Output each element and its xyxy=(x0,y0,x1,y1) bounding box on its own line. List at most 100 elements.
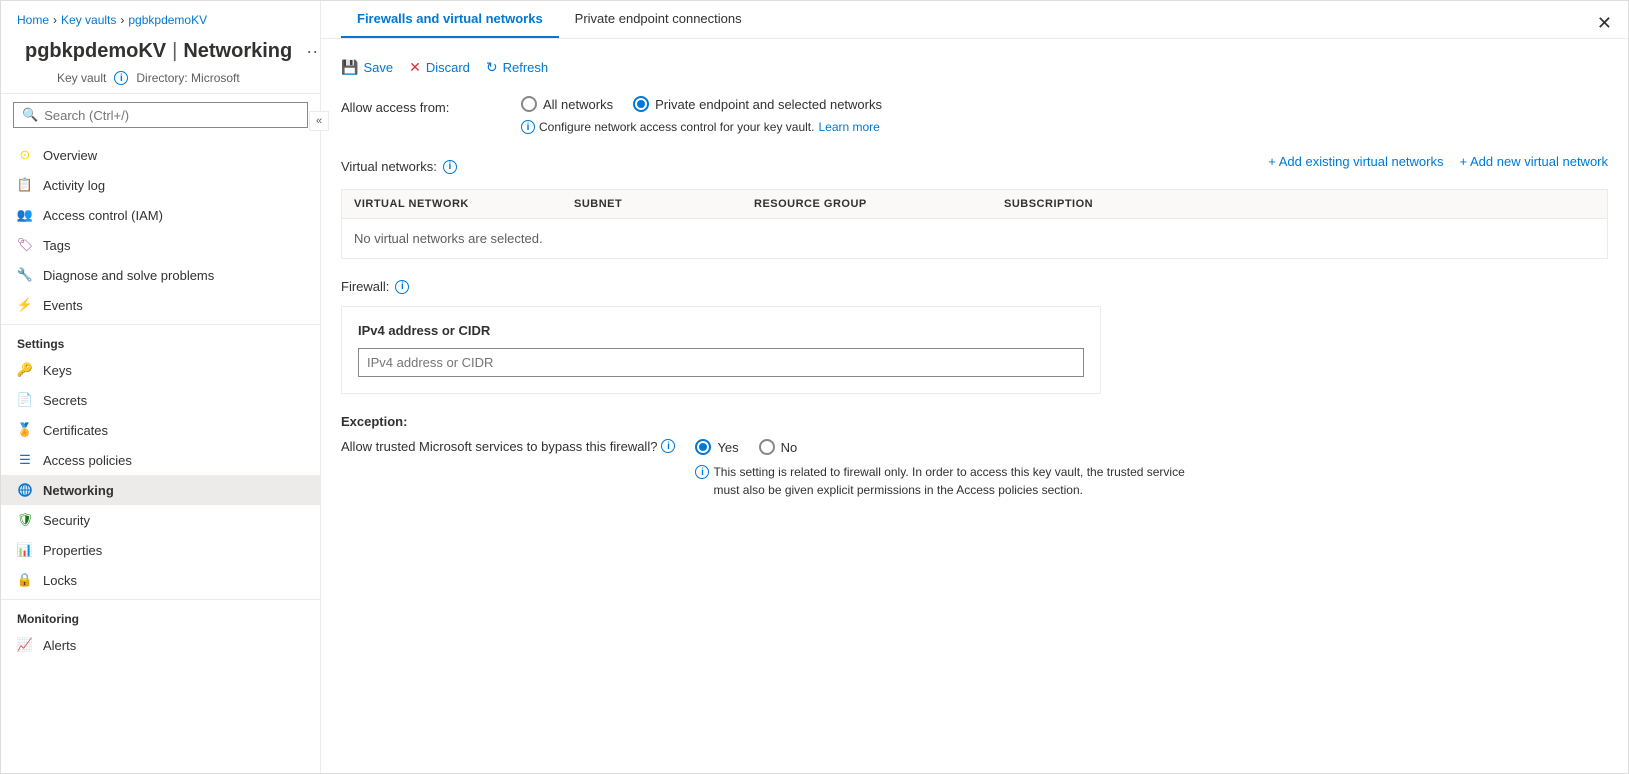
access-policies-icon: ☰ xyxy=(17,452,33,468)
sidebar-nav: ⊙ Overview 📋 Activity log 👥 Access contr… xyxy=(1,136,320,773)
collapse-sidebar-button[interactable]: « xyxy=(309,111,321,131)
networking-icon xyxy=(17,482,33,498)
yes-option[interactable]: Yes xyxy=(695,439,738,455)
sidebar-item-label: Overview xyxy=(43,148,97,163)
certificates-icon: 🏅 xyxy=(17,422,33,438)
all-networks-option[interactable]: All networks xyxy=(521,96,613,112)
sidebar-item-access-control[interactable]: 👥 Access control (IAM) xyxy=(1,200,320,230)
yes-radio[interactable] xyxy=(695,439,711,455)
page-title: Networking xyxy=(183,40,292,63)
firewall-section: Firewall: i IPv4 address or CIDR xyxy=(341,279,1608,394)
sidebar-item-label: Activity log xyxy=(43,178,105,193)
virtual-networks-label: Virtual networks: xyxy=(341,159,437,174)
sidebar-item-label: Secrets xyxy=(43,393,87,408)
sidebar-item-keys[interactable]: 🔑 Keys xyxy=(1,355,320,385)
sidebar-item-alerts[interactable]: 📈 Alerts xyxy=(1,630,320,660)
sidebar-item-diagnose[interactable]: 🔧 Diagnose and solve problems xyxy=(1,260,320,290)
refresh-label: Refresh xyxy=(503,60,549,75)
bypass-info-icon: i xyxy=(661,439,675,453)
events-icon: ⚡ xyxy=(17,297,33,313)
content-area: 💾 Save ✕ Discard ↻ Refresh Allow access … xyxy=(321,39,1628,773)
search-box[interactable]: 🔍 xyxy=(13,102,308,128)
overview-icon: ⊙ xyxy=(17,147,33,163)
tags-icon: 🏷 xyxy=(17,237,33,253)
main-content: Firewalls and virtual networks Private e… xyxy=(321,1,1628,773)
virtual-networks-label-row: Virtual networks: i xyxy=(341,159,457,174)
radio-row: All networks Private endpoint and select… xyxy=(521,96,882,112)
toolbar: 💾 Save ✕ Discard ↻ Refresh xyxy=(341,59,1608,76)
exception-info-text: i This setting is related to firewall on… xyxy=(695,463,1213,499)
exception-label: Exception: xyxy=(341,414,1608,429)
sidebar-item-events[interactable]: ⚡ Events xyxy=(1,290,320,320)
resource-directory: Directory: Microsoft xyxy=(136,71,239,85)
exception-controls: Yes No i This setting is related to fire… xyxy=(695,439,1213,499)
search-input[interactable] xyxy=(44,108,299,123)
settings-section-label: Settings xyxy=(1,324,320,355)
firewall-label-row: Firewall: i xyxy=(341,279,1608,294)
bypass-label: Allow trusted Microsoft services to bypa… xyxy=(341,439,675,454)
sidebar-item-label: Diagnose and solve problems xyxy=(43,268,214,283)
sidebar: Home › Key vaults › pgbkpdemoKV pgbkpdem… xyxy=(1,1,321,773)
add-new-vnet-link[interactable]: + Add new virtual network xyxy=(1460,154,1609,169)
exception-radio-row: Yes No xyxy=(695,439,1213,455)
sidebar-item-label: Networking xyxy=(43,483,114,498)
exception-info-icon: i xyxy=(695,465,709,479)
save-button[interactable]: 💾 Save xyxy=(341,59,393,76)
tab-private-endpoints[interactable]: Private endpoint connections xyxy=(559,1,758,38)
save-label: Save xyxy=(363,60,393,75)
add-existing-vnet-link[interactable]: + Add existing virtual networks xyxy=(1268,154,1443,169)
refresh-button[interactable]: ↻ Refresh xyxy=(486,59,548,76)
ipv4-input[interactable] xyxy=(358,348,1084,377)
sidebar-item-label: Access control (IAM) xyxy=(43,208,163,223)
breadcrumb-resource[interactable]: pgbkpdemoKV xyxy=(128,13,207,27)
sidebar-item-label: Alerts xyxy=(43,638,76,653)
sidebar-item-label: Tags xyxy=(43,238,70,253)
sidebar-item-certificates[interactable]: 🏅 Certificates xyxy=(1,415,320,445)
no-option[interactable]: No xyxy=(759,439,798,455)
info-message: Configure network access control for you… xyxy=(539,120,814,134)
sidebar-item-locks[interactable]: 🔒 Locks xyxy=(1,565,320,595)
more-options[interactable]: ··· xyxy=(306,41,321,62)
private-endpoint-radio[interactable] xyxy=(633,96,649,112)
yes-label: Yes xyxy=(717,440,738,455)
col-header-subnet: SUBNET xyxy=(574,198,754,210)
monitoring-section-label: Monitoring xyxy=(1,599,320,630)
all-networks-radio[interactable] xyxy=(521,96,537,112)
allow-access-controls: All networks Private endpoint and select… xyxy=(521,96,882,134)
sidebar-item-properties[interactable]: 📊 Properties xyxy=(1,535,320,565)
sidebar-item-overview[interactable]: ⊙ Overview xyxy=(1,140,320,170)
resource-name: pgbkpdemoKV xyxy=(25,40,166,63)
no-radio[interactable] xyxy=(759,439,775,455)
no-networks-message: No virtual networks are selected. xyxy=(354,231,543,246)
tabs-bar: Firewalls and virtual networks Private e… xyxy=(321,1,1628,39)
exception-info-message: This setting is related to firewall only… xyxy=(713,463,1213,499)
sidebar-item-networking[interactable]: Networking xyxy=(1,475,320,505)
sidebar-item-tags[interactable]: 🏷 Tags xyxy=(1,230,320,260)
discard-button[interactable]: ✕ Discard xyxy=(409,59,470,76)
sidebar-item-access-policies[interactable]: ☰ Access policies xyxy=(1,445,320,475)
save-icon: 💾 xyxy=(341,59,358,76)
firewall-info-icon: i xyxy=(395,280,409,294)
alerts-icon: 📈 xyxy=(17,637,33,653)
sidebar-header: Home › Key vaults › pgbkpdemoKV pgbkpdem… xyxy=(1,1,320,94)
private-endpoint-option[interactable]: Private endpoint and selected networks xyxy=(633,96,882,112)
locks-icon: 🔒 xyxy=(17,572,33,588)
tab-firewalls[interactable]: Firewalls and virtual networks xyxy=(341,1,559,38)
sidebar-item-activity-log[interactable]: 📋 Activity log xyxy=(1,170,320,200)
refresh-icon: ↻ xyxy=(486,59,498,76)
breadcrumb-key-vaults[interactable]: Key vaults xyxy=(61,13,116,27)
col-header-vnet: VIRTUAL NETWORK xyxy=(354,198,574,210)
sidebar-item-security[interactable]: 🛡 Security xyxy=(1,505,320,535)
sidebar-item-label: Certificates xyxy=(43,423,108,438)
security-icon: 🛡 xyxy=(17,512,33,528)
sidebar-item-secrets[interactable]: 📄 Secrets xyxy=(1,385,320,415)
ipv4-title: IPv4 address or CIDR xyxy=(358,323,1084,338)
breadcrumb-home[interactable]: Home xyxy=(17,13,49,27)
exception-row: Allow trusted Microsoft services to bypa… xyxy=(341,439,1608,499)
activity-log-icon: 📋 xyxy=(17,177,33,193)
allow-access-label: Allow access from: xyxy=(341,96,501,115)
info-icon: i xyxy=(114,71,128,85)
close-button[interactable]: ✕ xyxy=(1597,13,1612,34)
learn-more-link[interactable]: Learn more xyxy=(818,120,879,134)
virtual-networks-table: VIRTUAL NETWORK SUBNET RESOURCE GROUP SU… xyxy=(341,189,1608,259)
